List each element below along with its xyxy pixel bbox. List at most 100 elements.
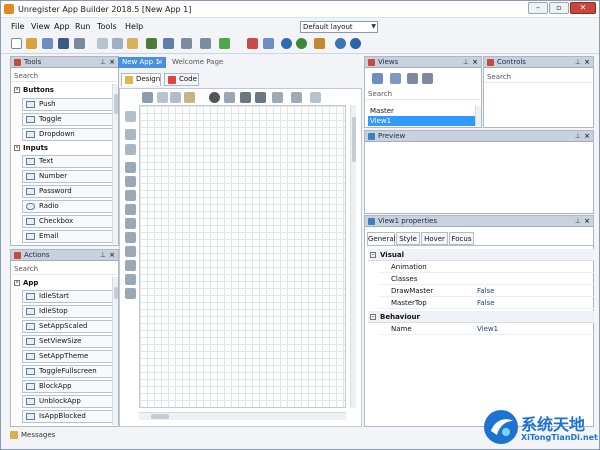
down-arrow-icon[interactable]: [422, 73, 433, 84]
close-icon[interactable]: ×: [584, 57, 590, 68]
chrome-icon[interactable]: [335, 38, 346, 49]
new-file-icon[interactable]: [11, 38, 22, 49]
section-behaviour[interactable]: - Behaviour: [368, 311, 594, 323]
copy-view-icon[interactable]: [390, 73, 401, 84]
scroll-thumb[interactable]: [114, 94, 118, 114]
copy-icon[interactable]: [112, 38, 123, 49]
menu-run[interactable]: Run: [75, 22, 90, 31]
restore-button[interactable]: ▫: [549, 2, 569, 14]
save-icon[interactable]: [42, 38, 53, 49]
tab-general[interactable]: General: [367, 232, 396, 245]
run-icon[interactable]: [296, 38, 307, 49]
tool-number[interactable]: Number: [22, 170, 114, 183]
action-item[interactable]: SetAppScaled: [22, 320, 114, 333]
views-search-input[interactable]: Search: [366, 89, 480, 100]
tool-dropdown[interactable]: Dropdown: [22, 128, 114, 141]
canvas-vscroll[interactable]: [350, 105, 356, 408]
close-icon[interactable]: ×: [109, 57, 115, 68]
pin-icon[interactable]: ⊥: [100, 57, 106, 68]
tool-push[interactable]: Push: [22, 98, 114, 111]
down-arrow-icon[interactable]: [200, 38, 211, 49]
menu-view[interactable]: View: [31, 22, 50, 31]
category-buttons[interactable]: - Buttons: [13, 84, 113, 96]
minimize-button[interactable]: –: [528, 2, 548, 14]
paste-icon[interactable]: [127, 38, 138, 49]
scroll-thumb[interactable]: [151, 414, 169, 419]
same-width-icon[interactable]: [125, 246, 136, 257]
pin-icon[interactable]: ⊥: [575, 57, 581, 68]
close-icon[interactable]: ×: [584, 131, 590, 142]
scroll-thumb[interactable]: [114, 287, 118, 299]
property-value[interactable]: View1: [477, 323, 498, 335]
send-back-icon[interactable]: [291, 92, 302, 103]
close-icon[interactable]: ×: [584, 216, 590, 227]
space-vertical-icon[interactable]: [125, 288, 136, 299]
action-item[interactable]: SetAppTheme: [22, 350, 114, 363]
paste-icon[interactable]: [184, 92, 195, 103]
same-height-icon[interactable]: [125, 260, 136, 271]
action-item[interactable]: IdleStart: [22, 290, 114, 303]
align-icon[interactable]: [142, 92, 153, 103]
action-item[interactable]: ToggleFullscreen: [22, 365, 114, 378]
pin-icon[interactable]: ⊥: [100, 250, 106, 261]
cut-icon[interactable]: [97, 38, 108, 49]
views-scrollbar[interactable]: [475, 106, 481, 126]
tab-design[interactable]: Design: [121, 73, 161, 86]
property-row[interactable]: DrawMaster False: [378, 285, 594, 297]
tool-radio[interactable]: Radio: [22, 200, 114, 213]
copy-icon[interactable]: [170, 92, 181, 103]
test-icon[interactable]: [146, 38, 157, 49]
tab-welcome-page[interactable]: Welcome Page: [168, 57, 228, 68]
open-folder-icon[interactable]: [26, 38, 37, 49]
action-item[interactable]: IdleStop: [22, 305, 114, 318]
category-app[interactable]: - App: [13, 277, 113, 289]
property-row[interactable]: Animation: [378, 261, 594, 273]
align-center-icon[interactable]: [125, 176, 136, 187]
scroll-thumb[interactable]: [352, 117, 356, 162]
space-horizontal-icon[interactable]: [125, 274, 136, 285]
android-icon[interactable]: [219, 38, 230, 49]
controls-search-input[interactable]: Search: [485, 72, 592, 83]
align-left-icon[interactable]: [125, 162, 136, 173]
align-bottom-icon[interactable]: [125, 232, 136, 243]
action-item[interactable]: UnblockApp: [22, 395, 114, 408]
bring-front-icon[interactable]: [272, 92, 283, 103]
property-value[interactable]: False: [477, 297, 495, 309]
size-icon[interactable]: [125, 144, 136, 155]
actions-scrollbar[interactable]: [112, 277, 118, 425]
tool-text[interactable]: Text: [22, 155, 114, 168]
tool-password[interactable]: Password: [22, 185, 114, 198]
tool-toggle[interactable]: Toggle: [22, 113, 114, 126]
category-inputs[interactable]: - Inputs: [13, 142, 113, 154]
property-row[interactable]: MasterTop False: [378, 297, 594, 309]
tools-search-input[interactable]: Search: [12, 71, 117, 82]
design-canvas[interactable]: [139, 105, 346, 408]
menu-file[interactable]: File: [11, 22, 24, 31]
menu-help[interactable]: Help: [125, 22, 143, 31]
menu-tools[interactable]: Tools: [97, 22, 117, 31]
canvas-hscroll[interactable]: [139, 412, 346, 420]
property-value[interactable]: False: [477, 285, 495, 297]
align-right-icon[interactable]: [125, 190, 136, 201]
tool-checkbox[interactable]: Checkbox: [22, 215, 114, 228]
grid-icon[interactable]: [310, 92, 321, 103]
stop-icon[interactable]: [281, 38, 292, 49]
pin-icon[interactable]: ⊥: [575, 131, 581, 142]
debug-icon[interactable]: [314, 38, 325, 49]
unlock-icon[interactable]: [255, 92, 266, 103]
property-row[interactable]: Classes: [378, 273, 594, 285]
close-icon[interactable]: ×: [109, 250, 115, 261]
tab-new-app-1[interactable]: New App 1 ×: [118, 57, 166, 68]
pointer-icon[interactable]: [125, 111, 136, 122]
anchor-icon[interactable]: [125, 129, 136, 140]
tab-hover[interactable]: Hover: [421, 232, 448, 245]
tool-email[interactable]: Email: [22, 230, 114, 243]
view-item-view1[interactable]: View1: [368, 116, 476, 126]
undo-icon[interactable]: [224, 92, 235, 103]
close-icon[interactable]: ×: [472, 57, 478, 68]
menu-app[interactable]: App: [54, 22, 70, 31]
print-icon[interactable]: [58, 38, 69, 49]
action-item[interactable]: BlockApp: [22, 380, 114, 393]
messages-tab[interactable]: Messages: [9, 429, 89, 441]
pin-icon[interactable]: ⊥: [575, 216, 581, 227]
